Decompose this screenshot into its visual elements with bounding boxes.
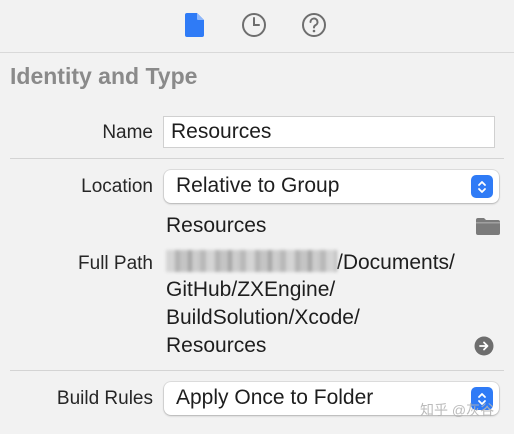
full-path-line1: /Documents/ bbox=[166, 250, 455, 275]
toolbar-divider bbox=[0, 52, 514, 53]
help-inspector-tab[interactable] bbox=[300, 11, 328, 39]
separator bbox=[10, 370, 504, 371]
history-inspector-tab[interactable] bbox=[240, 11, 268, 39]
full-path-label: Full Path bbox=[78, 253, 153, 274]
name-field[interactable]: Resources bbox=[163, 116, 495, 148]
full-path-line2: GitHub/ZXEngine/ bbox=[166, 278, 336, 301]
help-icon bbox=[302, 13, 326, 37]
clock-icon bbox=[242, 13, 266, 37]
location-popup-value: Relative to Group bbox=[176, 174, 340, 197]
document-icon bbox=[185, 13, 204, 37]
build-rules-label: Build Rules bbox=[56, 388, 153, 409]
redacted-path bbox=[166, 250, 337, 272]
name-label: Name bbox=[102, 122, 153, 143]
popup-stepper-icon bbox=[471, 175, 493, 198]
watermark: 知乎 @灰谷 bbox=[420, 402, 495, 418]
reveal-in-finder-icon[interactable] bbox=[474, 336, 494, 361]
full-path-line4: Resources bbox=[166, 334, 267, 357]
section-title: Identity and Type bbox=[10, 63, 198, 89]
location-label: Location bbox=[81, 176, 153, 197]
build-rules-popup-value: Apply Once to Folder bbox=[176, 386, 374, 409]
full-path-line3: BuildSolution/Xcode/ bbox=[166, 306, 360, 329]
folder-icon[interactable] bbox=[475, 216, 501, 241]
location-folder-name: Resources bbox=[166, 214, 267, 237]
separator bbox=[10, 158, 504, 159]
full-path-line1-text: /Documents/ bbox=[337, 251, 455, 274]
file-inspector-tab[interactable] bbox=[181, 11, 209, 39]
inspector-toolbar bbox=[0, 0, 514, 52]
location-popup[interactable]: Relative to Group bbox=[164, 170, 499, 203]
